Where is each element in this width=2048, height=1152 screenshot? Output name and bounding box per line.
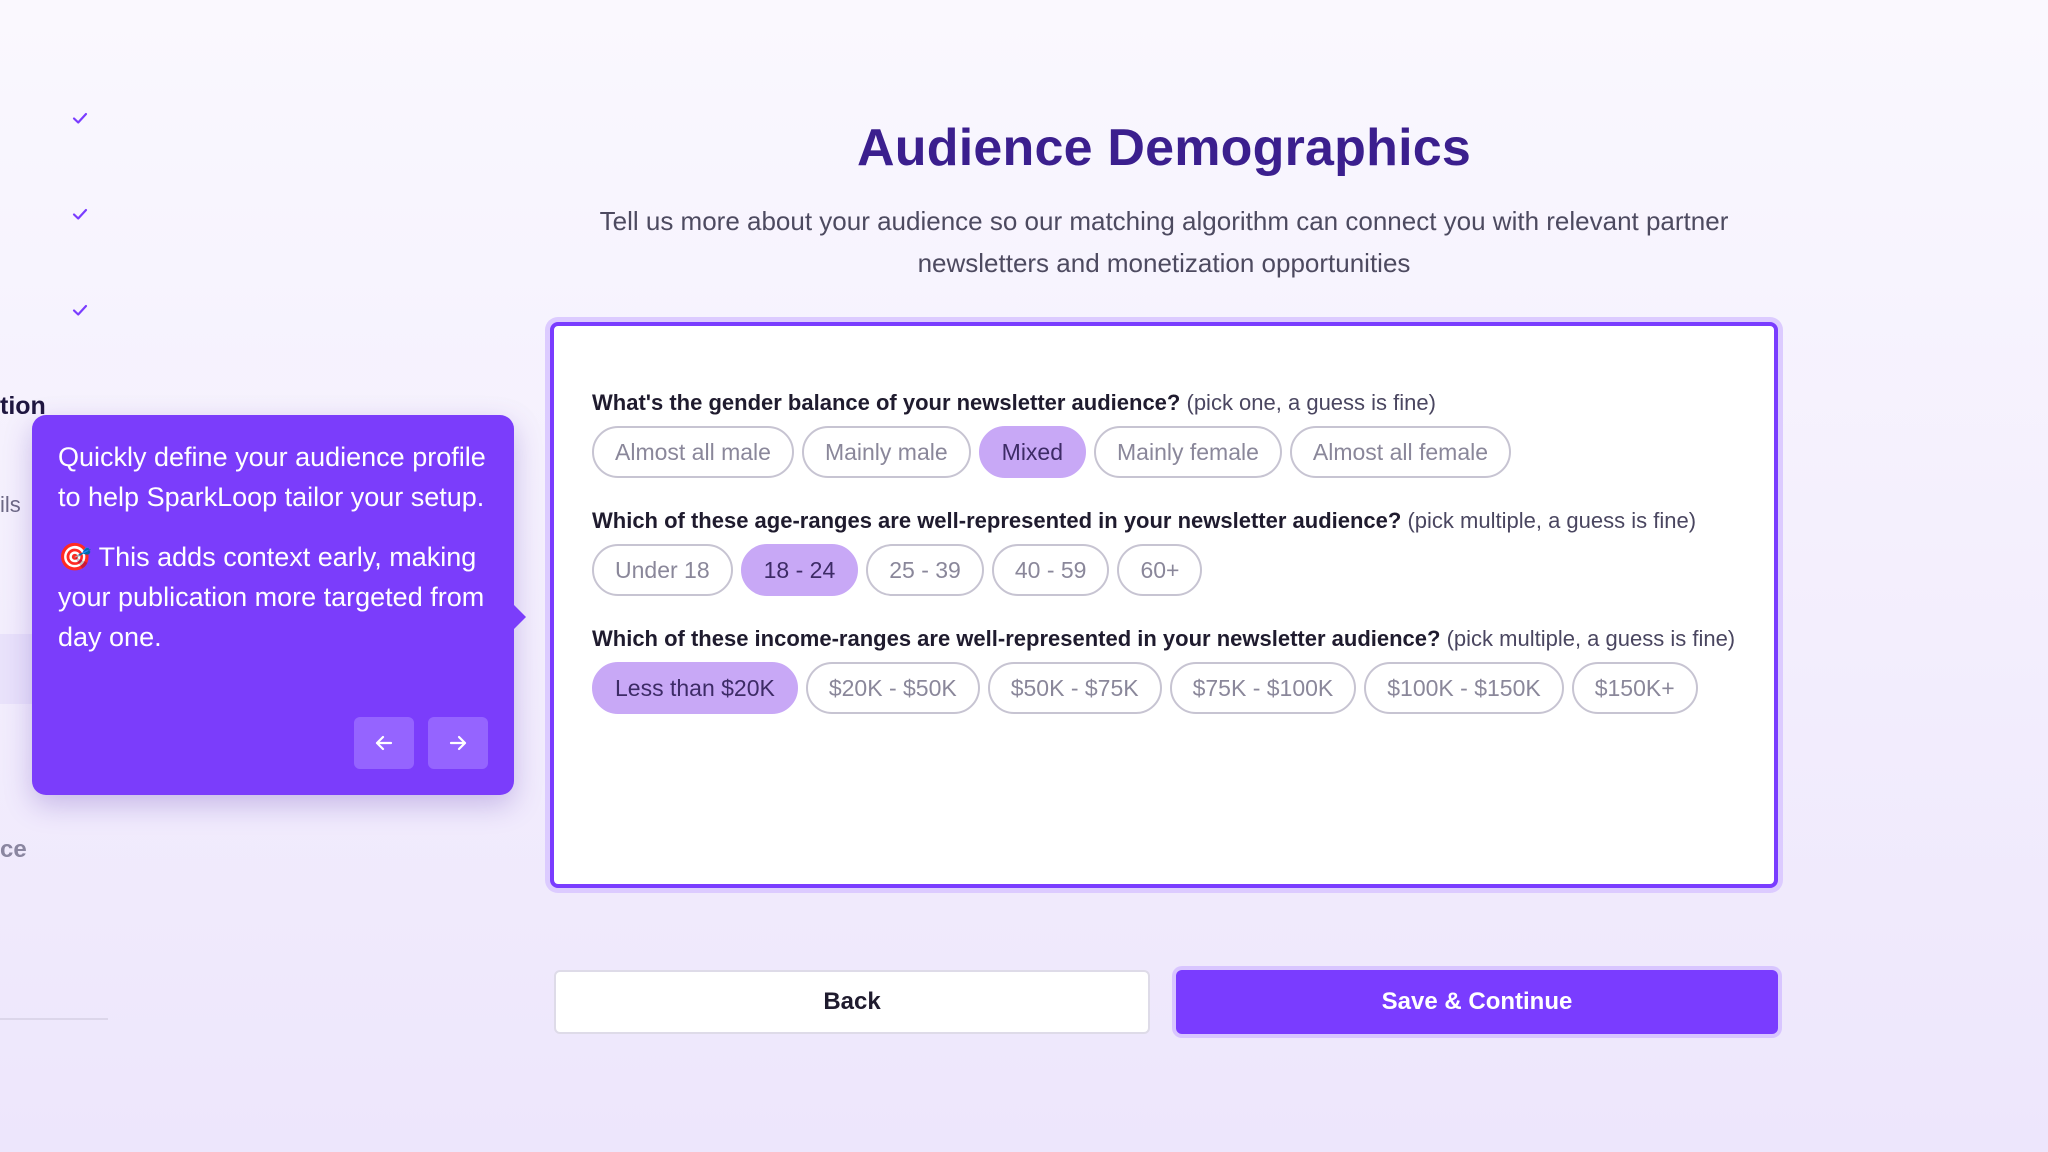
demographics-card: What's the gender balance of your newsle… — [550, 322, 1778, 888]
question-text: Which of these age-ranges are well-repre… — [592, 504, 1736, 538]
save-continue-button[interactable]: Save & Continue — [1176, 970, 1778, 1034]
sidebar-step-label[interactable]: ce — [0, 836, 27, 864]
income-option-100k-150k[interactable]: $100K - $150K — [1364, 662, 1564, 714]
sidebar-substep-label[interactable]: ils — [0, 492, 21, 518]
question-text: Which of these income-ranges are well-re… — [592, 622, 1736, 656]
age-question: Which of these age-ranges are well-repre… — [592, 504, 1736, 596]
income-question: Which of these income-ranges are well-re… — [592, 622, 1736, 714]
question-hint: (pick multiple, a guess is fine) — [1446, 626, 1736, 651]
step-complete-check-icon — [68, 202, 92, 226]
gender-option-almost-all-male[interactable]: Almost all male — [592, 426, 794, 478]
question-label: What's the gender balance of your newsle… — [592, 390, 1181, 415]
tooltip-next-button[interactable] — [428, 717, 488, 769]
age-option-18-24[interactable]: 18 - 24 — [740, 544, 859, 596]
gender-option-almost-all-female[interactable]: Almost all female — [1289, 426, 1512, 478]
page-subtitle: Tell us more about your audience so our … — [552, 200, 1776, 284]
tooltip-text: 🎯 This adds context early, making your p… — [58, 542, 485, 652]
age-option-60-plus[interactable]: 60+ — [1117, 544, 1203, 596]
back-button[interactable]: Back — [554, 970, 1150, 1034]
step-complete-check-icon — [68, 106, 92, 130]
question-label: Which of these income-ranges are well-re… — [592, 626, 1441, 651]
income-options: Less than $20K $20K - $50K $50K - $75K $… — [592, 662, 1736, 714]
onboarding-tooltip: Quickly define your audience profile to … — [32, 415, 526, 795]
income-option-150k-plus[interactable]: $150K+ — [1571, 662, 1698, 714]
age-option-40-59[interactable]: 40 - 59 — [991, 544, 1110, 596]
income-option-less-than-20k[interactable]: Less than $20K — [592, 662, 798, 714]
income-option-20k-50k[interactable]: $20K - $50K — [805, 662, 980, 714]
arrow-right-icon — [449, 735, 467, 751]
gender-option-mixed[interactable]: Mixed — [978, 426, 1087, 478]
page-subtitle-line: newsletters and monetization opportuniti… — [917, 248, 1411, 278]
income-option-75k-100k[interactable]: $75K - $100K — [1169, 662, 1357, 714]
question-hint: (pick one, a guess is fine) — [1186, 390, 1436, 415]
question-label: Which of these age-ranges are well-repre… — [592, 508, 1402, 533]
page-title: Audience Demographics — [857, 119, 1471, 177]
age-options: Under 18 18 - 24 25 - 39 40 - 59 60+ — [592, 544, 1736, 596]
page-subtitle-line: Tell us more about your audience so our … — [599, 206, 1729, 236]
gender-question: What's the gender balance of your newsle… — [592, 386, 1736, 478]
tooltip-navigation — [354, 717, 488, 769]
arrow-left-icon — [375, 735, 393, 751]
gender-option-mainly-male[interactable]: Mainly male — [801, 426, 971, 478]
age-option-25-39[interactable]: 25 - 39 — [866, 544, 984, 596]
gender-option-mainly-female[interactable]: Mainly female — [1094, 426, 1282, 478]
question-hint: (pick multiple, a guess is fine) — [1407, 508, 1697, 533]
gender-options: Almost all male Mainly male Mixed Mainly… — [592, 426, 1736, 478]
question-text: What's the gender balance of your newsle… — [592, 386, 1736, 420]
income-option-50k-75k[interactable]: $50K - $75K — [987, 662, 1162, 714]
sidebar-divider — [0, 1018, 108, 1020]
tooltip-prev-button[interactable] — [354, 717, 414, 769]
age-option-under-18[interactable]: Under 18 — [592, 544, 733, 596]
tooltip-text: Quickly define your audience profile to … — [58, 442, 486, 512]
step-complete-check-icon — [68, 298, 92, 322]
